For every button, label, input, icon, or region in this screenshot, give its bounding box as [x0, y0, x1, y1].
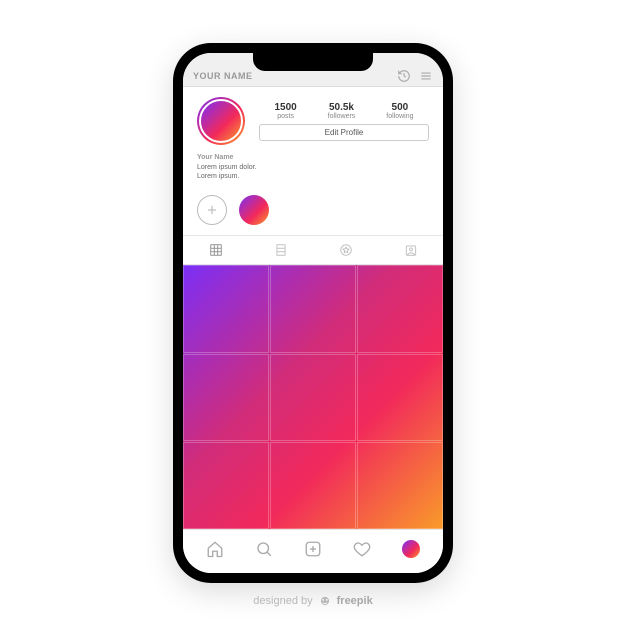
post-thumbnail[interactable] — [270, 354, 356, 441]
phone-notch — [253, 53, 373, 71]
profile-bio: Your Name Lorem ipsum dolor. Lorem ipsum… — [197, 153, 429, 181]
stat-value: 1500 — [274, 102, 296, 113]
credit-brand: freepik — [337, 595, 373, 607]
story-highlights — [183, 189, 443, 235]
history-icon[interactable] — [397, 69, 411, 83]
tab-starred[interactable] — [313, 236, 378, 264]
stat-value: 50.5k — [328, 102, 356, 113]
nav-profile[interactable] — [401, 539, 421, 559]
header-title: YOUR NAME — [193, 71, 397, 81]
stat-value: 500 — [386, 102, 413, 113]
stat-label: posts — [274, 113, 296, 120]
phone-frame: YOUR NAME — [173, 43, 453, 583]
stat-posts[interactable]: 1500 posts — [274, 102, 296, 120]
add-story-button[interactable] — [197, 195, 227, 225]
menu-icon[interactable] — [419, 69, 433, 83]
tab-tagged[interactable] — [378, 236, 443, 264]
tab-grid[interactable] — [183, 236, 248, 264]
profile-top: 1500 posts 50.5k followers 500 following… — [197, 97, 429, 145]
post-thumbnail[interactable] — [270, 265, 356, 352]
profile-section: 1500 posts 50.5k followers 500 following… — [183, 87, 443, 189]
nav-avatar-icon — [402, 540, 420, 558]
stat-following[interactable]: 500 following — [386, 102, 413, 120]
bio-line: Lorem ipsum dolor. — [197, 164, 257, 171]
avatar[interactable] — [197, 97, 245, 145]
story-highlight[interactable] — [239, 195, 269, 225]
tab-feed[interactable] — [248, 236, 313, 264]
post-thumbnail[interactable] — [183, 442, 269, 529]
bottom-nav — [183, 529, 443, 573]
header-actions — [397, 69, 433, 83]
screen: YOUR NAME — [183, 53, 443, 573]
post-thumbnail[interactable] — [357, 442, 443, 529]
post-thumbnail[interactable] — [183, 354, 269, 441]
stat-label: following — [386, 113, 413, 120]
stat-followers[interactable]: 50.5k followers — [328, 102, 356, 120]
freepik-logo-icon — [318, 594, 332, 608]
edit-profile-button[interactable]: Edit Profile — [259, 124, 429, 141]
post-thumbnail[interactable] — [183, 265, 269, 352]
nav-activity[interactable] — [352, 539, 372, 559]
attribution: designed by freepik — [253, 594, 372, 608]
display-name: Your Name — [197, 153, 429, 162]
post-thumbnail[interactable] — [357, 354, 443, 441]
bio-line: Lorem ipsum. — [197, 173, 239, 180]
post-thumbnail[interactable] — [357, 265, 443, 352]
credit-prefix: designed by — [253, 595, 312, 607]
avatar-image — [199, 99, 243, 143]
posts-grid — [183, 265, 443, 529]
post-thumbnail[interactable] — [270, 442, 356, 529]
content-tabs — [183, 235, 443, 265]
nav-add[interactable] — [303, 539, 323, 559]
nav-home[interactable] — [205, 539, 225, 559]
nav-search[interactable] — [254, 539, 274, 559]
profile-stats: 1500 posts 50.5k followers 500 following… — [259, 102, 429, 141]
stat-label: followers — [328, 113, 356, 120]
